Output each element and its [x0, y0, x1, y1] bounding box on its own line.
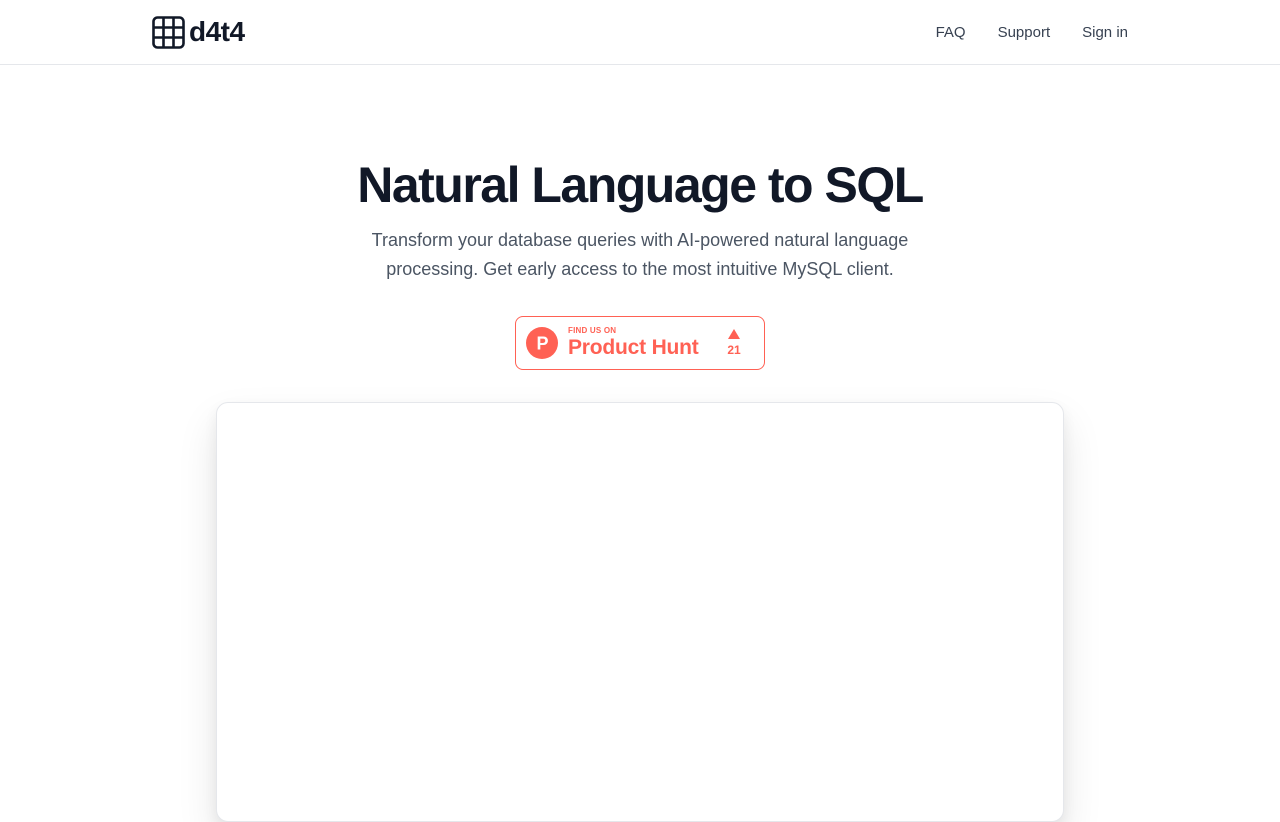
table-grid-icon: [152, 15, 185, 49]
upvote-arrow-icon: [728, 329, 740, 339]
hero-subtitle: Transform your database queries with AI-…: [371, 230, 909, 279]
hero-title: Natural Language to SQL: [357, 157, 924, 213]
product-hunt-text: FIND US ON Product Hunt: [568, 326, 699, 360]
nav-link-sign-in[interactable]: Sign in: [1082, 24, 1128, 41]
main-nav: FAQ Support Sign in: [904, 0, 1128, 64]
brand-logo-link[interactable]: d4t4: [152, 15, 245, 49]
product-hunt-badge[interactable]: P FIND US ON Product Hunt 21: [515, 316, 765, 370]
brand-name: d4t4: [189, 16, 245, 47]
product-hunt-logo-letter: P: [536, 334, 548, 354]
product-hunt-top-text: FIND US ON: [568, 326, 617, 335]
nav-link-support[interactable]: Support: [998, 24, 1051, 41]
nav-link-faq[interactable]: FAQ: [936, 24, 966, 41]
product-hunt-main-text: Product Hunt: [568, 336, 699, 359]
top-navigation-bar: d4t4 FAQ Support Sign in: [0, 0, 1280, 65]
vote-count: 21: [727, 343, 741, 357]
product-hunt-logo-icon: P: [526, 327, 558, 359]
app-preview-card: [216, 402, 1064, 822]
product-hunt-votes: 21: [726, 326, 742, 357]
